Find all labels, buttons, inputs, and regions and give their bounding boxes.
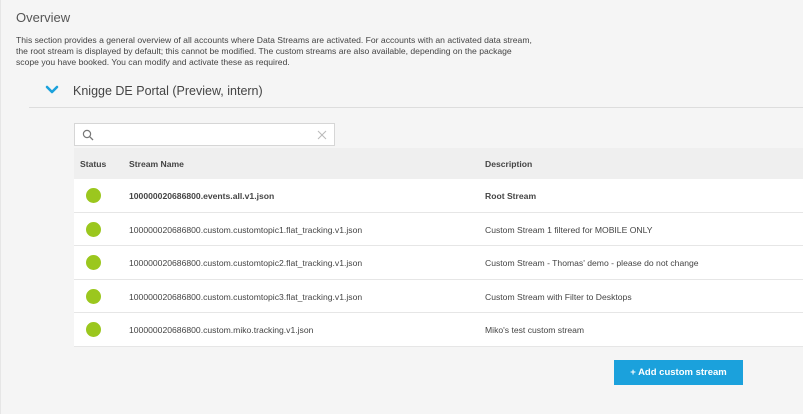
page-description: This section provides a general overview…	[16, 35, 532, 67]
stream-description: Root Stream	[485, 191, 537, 201]
table-row[interactable]: 100000020686800.events.all.v1.json Root …	[74, 179, 803, 213]
chevron-down-icon[interactable]	[45, 83, 59, 97]
column-header-description[interactable]: Description	[485, 159, 532, 169]
stream-name: 100000020686800.custom.customtopic3.flat…	[129, 291, 363, 302]
stream-name: 100000020686800.custom.customtopic1.flat…	[129, 224, 363, 235]
account-name: Knigge DE Portal (Preview, intern)	[73, 84, 263, 98]
table-row[interactable]: 100000020686800.custom.miko.tracking.v1.…	[74, 313, 803, 347]
account-header[interactable]: Knigge DE Portal (Preview, intern)	[29, 80, 803, 108]
stream-description: Miko's test custom stream	[485, 325, 585, 335]
status-dot-icon	[86, 322, 101, 337]
stream-description: Custom Stream - Thomas' demo - please do…	[485, 258, 699, 268]
column-header-stream-name[interactable]: Stream Name	[129, 159, 184, 169]
column-header-status[interactable]: Status	[80, 159, 106, 169]
stream-name: 100000020686800.custom.customtopic2.flat…	[129, 258, 363, 268]
streams-table: Status Stream Name Description 100000020…	[74, 148, 803, 347]
status-dot-icon	[86, 288, 101, 304]
streams-overview-page: Overview This section provides a general…	[0, 0, 803, 414]
status-dot-icon	[86, 221, 101, 237]
search-input[interactable]	[101, 126, 311, 143]
stream-name: 100000020686800.custom.miko.tracking.v1.…	[129, 325, 314, 335]
search-box[interactable]	[74, 123, 335, 146]
stream-description: Custom Stream 1 filtered for MOBILE ONLY	[485, 224, 653, 235]
add-custom-stream-button[interactable]: + Add custom stream	[614, 360, 743, 385]
status-dot-icon	[86, 188, 101, 203]
search-icon	[82, 129, 94, 141]
status-dot-icon	[86, 255, 101, 270]
table-header: Status Stream Name Description	[74, 148, 803, 179]
page-title: Overview	[16, 10, 71, 25]
table-row[interactable]: 100000020686800.custom.customtopic1.flat…	[74, 212, 803, 246]
close-icon[interactable]	[317, 130, 327, 140]
table-row[interactable]: 100000020686800.custom.customtopic3.flat…	[74, 279, 803, 313]
table-row[interactable]: 100000020686800.custom.customtopic2.flat…	[74, 246, 803, 280]
stream-name: 100000020686800.events.all.v1.json	[129, 191, 275, 201]
stream-description: Custom Stream with Filter to Desktops	[485, 291, 632, 302]
